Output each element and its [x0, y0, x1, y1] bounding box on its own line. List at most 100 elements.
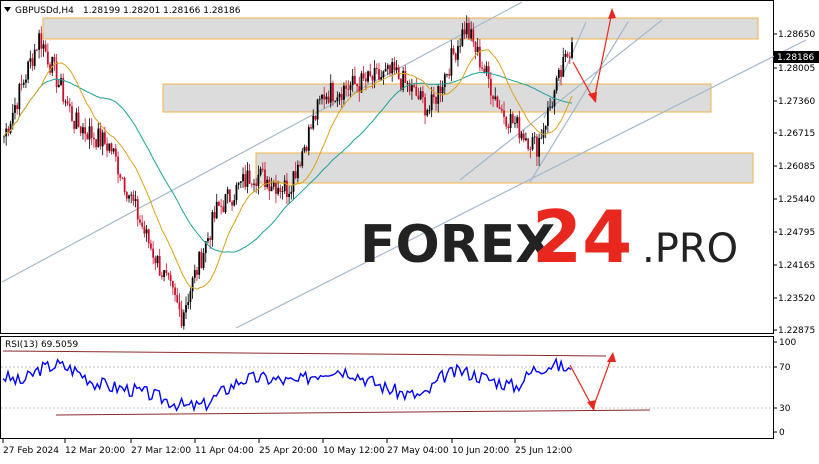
candle-body — [139, 219, 141, 223]
candle-body — [16, 105, 19, 110]
candle-body — [86, 133, 89, 140]
candle-body — [268, 179, 271, 192]
candle-body — [329, 82, 332, 103]
candle-body — [68, 103, 71, 107]
rsi-tick-label: 100 — [779, 338, 796, 348]
rsi-tick-label: 0 — [779, 428, 785, 438]
candle-body — [307, 127, 310, 151]
candle-body — [18, 83, 21, 110]
symbol-label: GBPUSDd,H4 — [15, 6, 74, 16]
candle-body — [406, 82, 409, 84]
candle-body — [325, 96, 328, 100]
watermark-forex-text: FOREX — [360, 215, 555, 275]
candle-body — [143, 226, 146, 234]
candle-body — [316, 99, 319, 120]
candle-body — [250, 183, 253, 185]
candle-body — [525, 138, 527, 141]
candle-body — [373, 67, 376, 81]
candle-body — [77, 112, 80, 127]
price-tick-label: 1.23520 — [778, 294, 815, 304]
candle-body — [375, 67, 378, 70]
candle-body — [239, 181, 242, 183]
candle-body — [509, 114, 512, 128]
time-tick-label: 10 Jun 20:00 — [452, 446, 509, 456]
candle-body — [231, 202, 233, 206]
candle-body — [564, 53, 567, 57]
candle-body — [60, 78, 62, 85]
candle-body — [198, 251, 201, 275]
candle-body — [557, 69, 560, 78]
candle-body — [64, 101, 67, 103]
candle-body — [522, 133, 525, 141]
candle-body — [22, 82, 25, 85]
candle-body — [248, 170, 251, 184]
time-tick-label: 11 Apr 04:00 — [195, 446, 254, 456]
watermark-24-text: 24 — [532, 195, 632, 279]
candle-body — [125, 192, 128, 199]
candle-body — [84, 127, 87, 134]
candle-body — [364, 78, 367, 82]
candle-body — [443, 74, 446, 88]
candle-body — [312, 115, 315, 129]
candle-body — [336, 97, 339, 101]
candle-body — [301, 151, 304, 166]
candle-body — [356, 84, 358, 87]
candle-body — [3, 136, 5, 138]
candle-body — [452, 48, 455, 54]
chart-svg: FOREX 24 .PRO GBPUSDd,H4 1.28199 1.28201… — [0, 0, 819, 456]
candle-body — [228, 189, 231, 203]
candle-body — [314, 115, 317, 120]
candle-body — [334, 100, 337, 102]
candle-body — [288, 193, 290, 197]
candle-body — [529, 149, 532, 150]
price-tick-label: 1.22875 — [778, 326, 815, 336]
time-tick-label: 27 Mar 12:00 — [131, 446, 191, 456]
candle-body — [437, 86, 440, 104]
price-tick-label: 1.26085 — [778, 162, 815, 172]
candle-body — [382, 71, 385, 78]
candle-body — [193, 270, 196, 278]
candle-body — [174, 287, 176, 295]
candle-body — [435, 97, 437, 104]
candle-body — [97, 128, 100, 148]
candle-body — [483, 68, 486, 73]
candle-body — [128, 195, 130, 199]
candle-body — [562, 56, 565, 77]
candle-body — [178, 302, 181, 310]
candle-body — [244, 174, 247, 187]
candle-body — [454, 53, 457, 60]
price-tick-label: 1.24795 — [778, 228, 815, 238]
candle-body — [470, 29, 473, 39]
candle-body — [156, 256, 159, 264]
candle-body — [29, 58, 32, 62]
time-axis: 27 Feb 2024 12 Mar 20:00 27 Mar 12:00 11 Ap… — [2, 438, 572, 456]
candle-body — [46, 51, 49, 65]
candle-body — [31, 58, 34, 66]
candle-body — [544, 125, 547, 130]
candle-body — [380, 77, 383, 80]
candle-body — [332, 82, 334, 102]
time-tick-label: 10 May 12:00 — [323, 446, 385, 456]
candle-body — [185, 305, 187, 313]
candle-body — [189, 291, 192, 302]
candle-body — [461, 29, 464, 46]
candle-body — [110, 143, 113, 152]
candle-body — [119, 174, 122, 178]
candle-body — [117, 156, 119, 175]
candle-body — [468, 22, 470, 39]
candle-body — [82, 127, 84, 134]
candle-body — [95, 139, 98, 148]
candle-body — [272, 182, 275, 187]
time-tick-label: 27 May 04:00 — [387, 446, 449, 456]
candle-body — [527, 138, 530, 150]
candle-body — [472, 29, 475, 42]
candle-body — [367, 71, 369, 82]
candle-body — [294, 171, 297, 179]
candle-body — [310, 127, 312, 129]
candle-body — [233, 200, 236, 206]
candle-body — [171, 280, 174, 288]
candle-body — [51, 56, 54, 73]
candle-body — [167, 272, 170, 276]
candle-body — [296, 164, 299, 179]
candle-body — [395, 67, 398, 70]
